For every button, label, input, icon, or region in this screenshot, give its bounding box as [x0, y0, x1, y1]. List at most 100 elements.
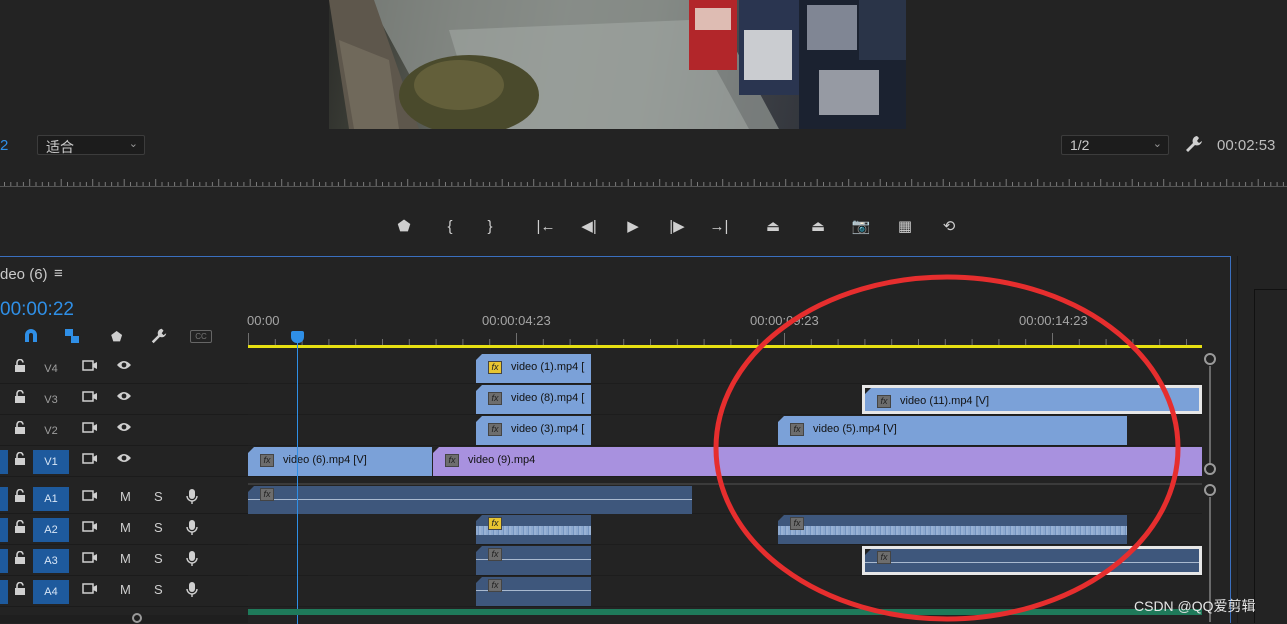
sequence-name[interactable]: deo (6) — [0, 266, 48, 283]
sync-lock-icon[interactable] — [82, 452, 98, 468]
header-scroll-strip[interactable] — [0, 613, 248, 623]
fx-badge-icon[interactable]: fx — [488, 423, 502, 436]
solo-button[interactable]: S — [154, 520, 163, 535]
mark-out-button[interactable]: } — [477, 214, 503, 238]
sync-lock-icon[interactable] — [82, 489, 98, 505]
track-lane-v4[interactable]: fx video (1).mp4 [ — [248, 353, 1202, 384]
timeline-settings-button[interactable] — [150, 327, 170, 345]
fx-badge-icon[interactable]: fx — [488, 517, 502, 530]
playhead-line[interactable] — [297, 335, 298, 624]
track-label-a4[interactable]: A4 — [33, 580, 69, 604]
track-label-v1[interactable]: V1 — [33, 450, 69, 474]
captions-icon[interactable]: CC — [190, 330, 212, 343]
fx-badge-icon[interactable]: fx — [260, 454, 274, 467]
video-clip[interactable]: fx video (8).mp4 [ — [476, 385, 591, 414]
track-lane-v3[interactable]: fx video (8).mp4 [ fx video (11).mp4 [V] — [248, 384, 1202, 415]
snap-button[interactable] — [22, 327, 42, 345]
lock-icon[interactable] — [14, 519, 26, 536]
track-lane-a3[interactable]: fx fx — [248, 545, 1202, 576]
fx-badge-icon[interactable]: fx — [488, 579, 502, 592]
lift-button[interactable]: ⏏ — [760, 214, 786, 238]
solo-button[interactable]: S — [154, 551, 163, 566]
resolution-dropdown[interactable]: 1/2 ⌄ — [1061, 135, 1169, 155]
fx-badge-icon[interactable]: fx — [488, 361, 502, 374]
video-clip[interactable]: fx video (9).mp4 — [433, 447, 1202, 476]
track-label-v4[interactable]: V4 — [33, 357, 69, 381]
mute-button[interactable]: M — [120, 582, 131, 597]
sync-lock-icon[interactable] — [82, 359, 98, 375]
fx-badge-icon[interactable]: fx — [260, 488, 274, 501]
settings-wrench-button[interactable] — [1184, 134, 1206, 156]
eye-icon[interactable] — [116, 359, 132, 374]
video-clip[interactable]: fx video (5).mp4 [V] — [778, 416, 1127, 445]
step-forward-button[interactable]: |▶ — [664, 214, 690, 238]
eye-icon[interactable] — [116, 421, 132, 436]
sync-lock-icon[interactable] — [82, 520, 98, 536]
audio-clip[interactable]: fx — [476, 546, 591, 575]
track-label-a3[interactable]: A3 — [33, 549, 69, 573]
export-frame-button[interactable]: 📷 — [848, 214, 874, 238]
video-clip[interactable]: fx video (6).mp4 [V] — [248, 447, 432, 476]
solo-button[interactable]: S — [154, 489, 163, 504]
microphone-icon[interactable] — [186, 489, 198, 508]
microphone-icon[interactable] — [186, 582, 198, 601]
eye-icon[interactable] — [116, 452, 132, 467]
go-to-in-button[interactable]: |← — [533, 214, 559, 238]
lock-icon[interactable] — [14, 451, 26, 468]
zoom-handle[interactable] — [132, 613, 142, 623]
timeline-ruler[interactable] — [248, 333, 1202, 345]
track-lane-a2[interactable]: fx fx — [248, 514, 1202, 545]
source-patch-a1[interactable] — [0, 487, 8, 511]
lock-icon[interactable] — [14, 488, 26, 505]
track-lane-a4[interactable]: fx — [248, 576, 1202, 607]
source-patch-a2[interactable] — [0, 518, 8, 542]
panel-menu-icon[interactable]: ≡ — [54, 265, 63, 282]
fx-badge-icon[interactable]: fx — [790, 517, 804, 530]
video-clip[interactable]: fx video (3).mp4 [ — [476, 416, 591, 445]
audio-clip[interactable]: fx — [778, 515, 1127, 544]
playhead-handle[interactable] — [291, 331, 304, 343]
sync-lock-icon[interactable] — [82, 582, 98, 598]
audio-clip[interactable]: fx — [862, 546, 1202, 575]
track-lane-a1[interactable]: fx — [248, 483, 1202, 515]
microphone-icon[interactable] — [186, 520, 198, 539]
fx-badge-icon[interactable]: fx — [877, 395, 891, 408]
step-back-button[interactable]: ◀| — [576, 214, 602, 238]
sync-lock-icon[interactable] — [82, 551, 98, 567]
source-patch-a3[interactable] — [0, 549, 8, 573]
audio-clip[interactable]: fx — [476, 577, 591, 606]
track-label-a1[interactable]: A1 — [33, 487, 69, 511]
video-clip[interactable]: fx video (11).mp4 [V] — [862, 385, 1202, 414]
solo-button[interactable]: S — [154, 582, 163, 597]
fx-badge-icon[interactable]: fx — [877, 551, 891, 564]
work-area-bar[interactable] — [248, 345, 1202, 348]
fx-badge-icon[interactable]: fx — [488, 392, 502, 405]
extract-button[interactable]: ⏏ — [805, 214, 831, 238]
sync-lock-icon[interactable] — [82, 390, 98, 406]
fx-badge-icon[interactable]: fx — [488, 548, 502, 561]
linked-selection-button[interactable] — [63, 327, 83, 345]
monitor-time-ruler[interactable] — [0, 170, 1287, 188]
add-marker-button[interactable]: ⬟ — [391, 214, 417, 238]
track-label-v2[interactable]: V2 — [33, 419, 69, 443]
video-clip[interactable]: fx video (1).mp4 [ — [476, 354, 591, 383]
audio-clip[interactable]: fx — [248, 486, 692, 515]
source-patch-a4[interactable] — [0, 580, 8, 604]
lock-icon[interactable] — [14, 389, 26, 406]
microphone-icon[interactable] — [186, 551, 198, 570]
overwrite-button[interactable]: ⟲ — [936, 214, 962, 238]
track-lane-v1[interactable]: fx video (6).mp4 [V] fx video (9).mp4 — [248, 446, 1202, 477]
eye-icon[interactable] — [116, 390, 132, 405]
fx-badge-icon[interactable]: fx — [445, 454, 459, 467]
mute-button[interactable]: M — [120, 489, 131, 504]
go-to-out-button[interactable]: →| — [706, 214, 732, 238]
timeline-vertical-scrollbar[interactable] — [1203, 352, 1217, 622]
track-lane-v2[interactable]: fx video (3).mp4 [ fx video (5).mp4 [V] — [248, 415, 1202, 446]
fx-badge-icon[interactable]: fx — [790, 423, 804, 436]
fit-dropdown[interactable]: 适合 ⌄ — [37, 135, 145, 155]
mute-button[interactable]: M — [120, 520, 131, 535]
lock-icon[interactable] — [14, 550, 26, 567]
insert-button[interactable]: ▦ — [892, 214, 918, 238]
source-patch-v1[interactable] — [0, 450, 8, 474]
track-label-a2[interactable]: A2 — [33, 518, 69, 542]
